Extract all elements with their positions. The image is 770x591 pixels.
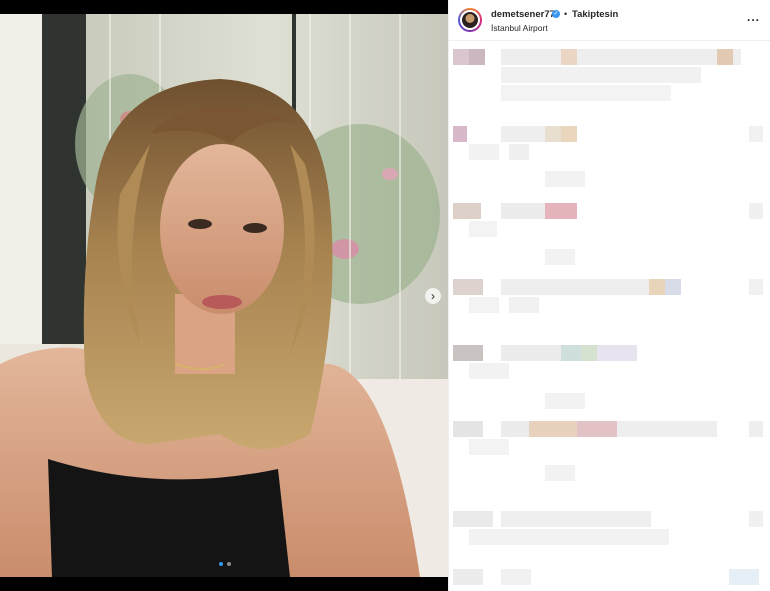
pixel-block [501, 421, 531, 437]
pixel-block [509, 144, 529, 160]
pixel-block [453, 126, 467, 142]
pixel-block [597, 345, 637, 361]
pixel-block [501, 85, 671, 101]
carousel-indicator [215, 562, 235, 568]
post-photo [0, 14, 448, 577]
follow-status-button[interactable]: Takiptesin [572, 9, 618, 20]
pixelated-comments-area [449, 41, 770, 591]
next-photo-button[interactable]: › [425, 288, 441, 304]
pixel-block [469, 297, 499, 313]
pixel-block [453, 203, 481, 219]
pixel-block [469, 144, 499, 160]
chevron-right-icon: › [431, 289, 435, 303]
pixel-block [749, 279, 763, 295]
pixel-block [469, 363, 509, 379]
separator-bullet: • [564, 9, 568, 19]
pixel-block [545, 465, 575, 481]
pixel-block [501, 511, 651, 527]
pixel-block [545, 393, 585, 409]
pixel-block [617, 421, 717, 437]
post-sidebar: demetsener77 ✓ • Takiptesin İstanbul Air… [448, 0, 770, 591]
pixel-block [749, 126, 763, 142]
more-options-icon[interactable]: ... [747, 10, 760, 24]
location-link[interactable]: İstanbul Airport [491, 23, 548, 33]
pixel-block [577, 421, 617, 437]
carousel-dot-2 [227, 562, 231, 566]
pixel-block [545, 126, 561, 142]
pixel-block [469, 221, 497, 237]
pixel-block [469, 439, 509, 455]
pixel-block [717, 49, 733, 65]
pixel-block [561, 345, 581, 361]
pixel-block [501, 67, 701, 83]
pixel-block [545, 249, 575, 265]
pixel-block [501, 49, 741, 65]
pixel-block [453, 421, 483, 437]
pixel-block [501, 126, 551, 142]
pixel-block [545, 171, 585, 187]
pixel-block [453, 49, 469, 65]
pixel-block [453, 279, 483, 295]
pixel-block [469, 49, 485, 65]
pixel-block [501, 345, 561, 361]
pixel-block [453, 511, 493, 527]
post-header: demetsener77 ✓ • Takiptesin İstanbul Air… [449, 0, 770, 41]
username-link[interactable]: demetsener77 [491, 9, 555, 20]
pixel-block [509, 297, 539, 313]
avatar[interactable] [458, 8, 482, 32]
carousel-dot-1 [219, 562, 223, 566]
instagram-post-view: › demetsener77 ✓ • Takiptesin İstanbul A… [0, 0, 770, 591]
pixel-block [749, 421, 763, 437]
verified-badge-icon: ✓ [552, 10, 560, 18]
photo-frame: › [0, 0, 448, 591]
pixel-block [501, 203, 545, 219]
pixel-block [749, 511, 763, 527]
selfie-image [0, 14, 448, 577]
pixel-block [501, 279, 651, 295]
pixel-block [561, 49, 577, 65]
pixel-block [469, 529, 669, 545]
pixel-block [561, 126, 577, 142]
pixel-block [665, 279, 681, 295]
pixel-block [749, 203, 763, 219]
pixel-block [453, 569, 483, 585]
pixel-block [729, 569, 759, 585]
pixel-block [453, 345, 483, 361]
pixel-block [581, 345, 597, 361]
pixel-block [501, 569, 531, 585]
pixel-block [545, 203, 577, 219]
